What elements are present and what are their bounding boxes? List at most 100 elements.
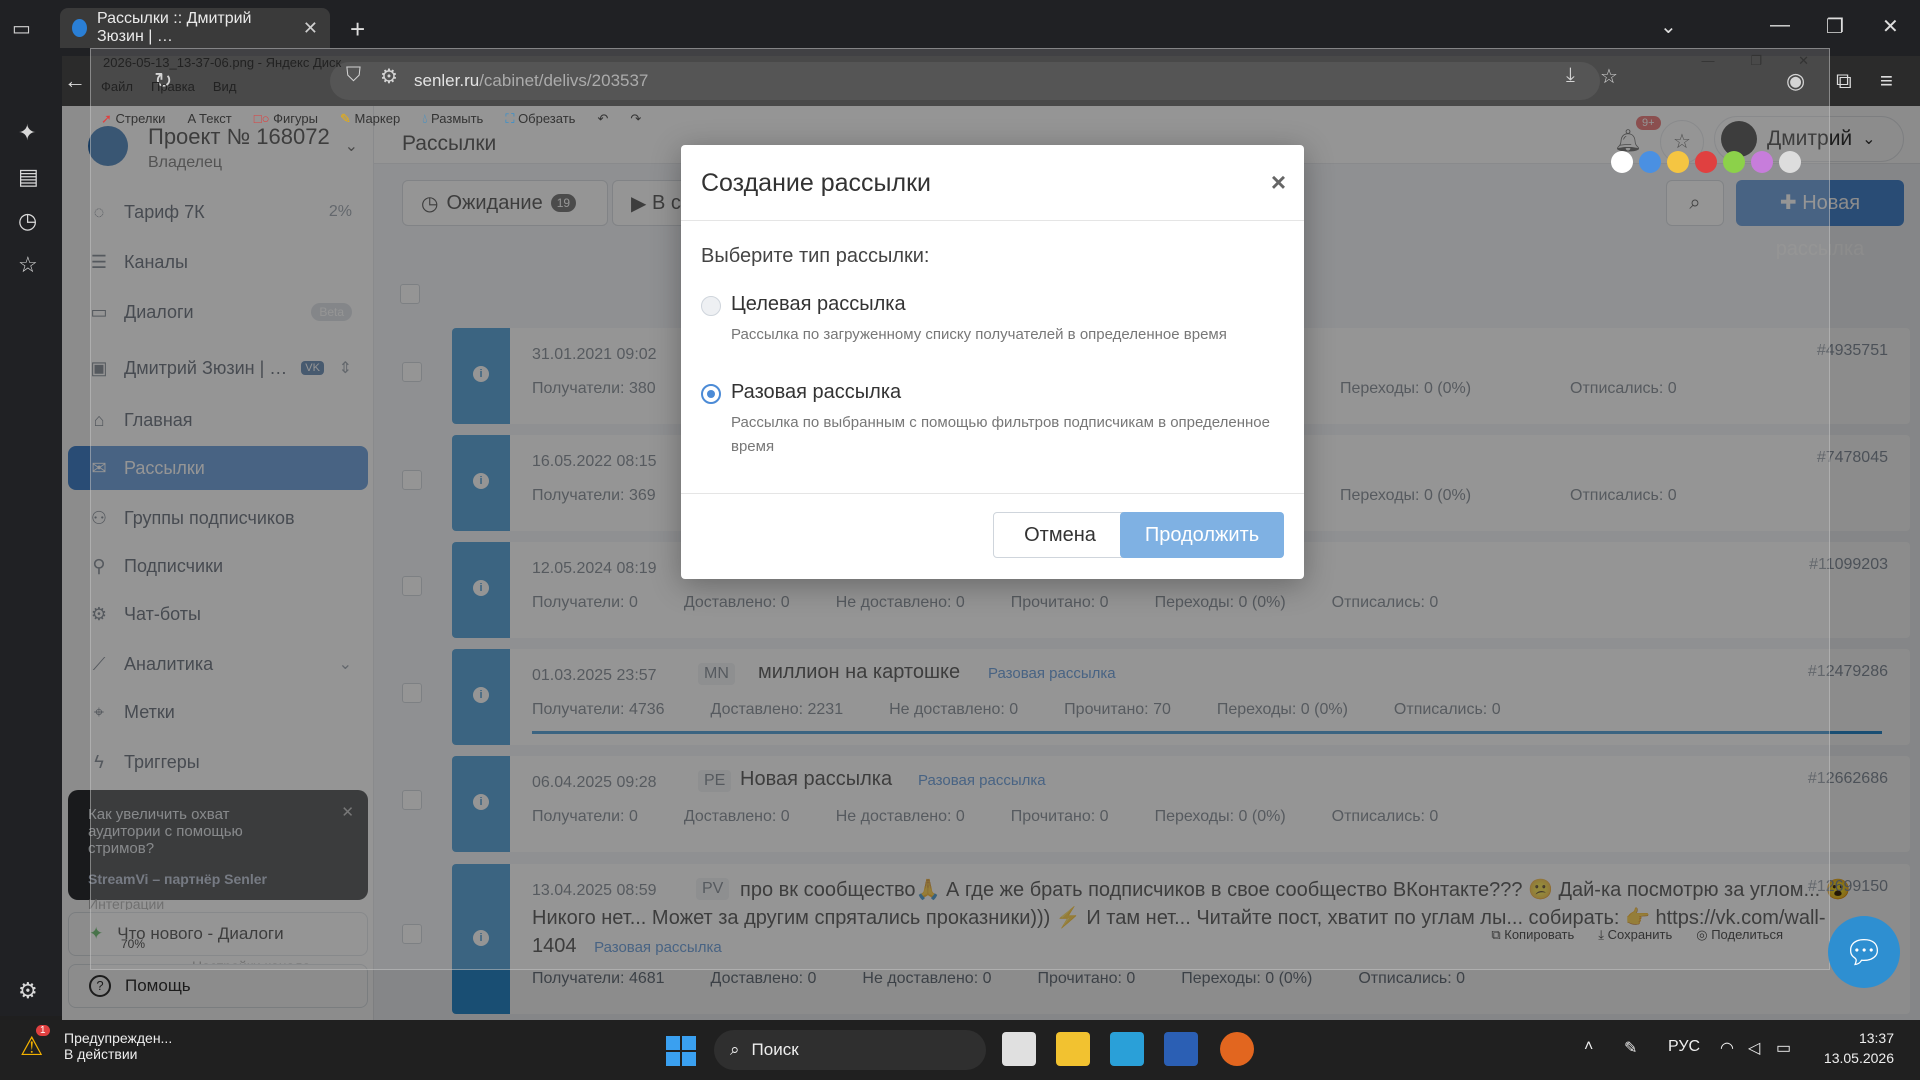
- maximize-icon[interactable]: ❐: [1826, 14, 1844, 39]
- viewer-menu: Файл Правка Вид: [101, 79, 236, 94]
- tab-title: Рассылки :: Дмитрий Зюзин | …: [97, 10, 252, 45]
- minimize-icon[interactable]: —: [1701, 53, 1714, 69]
- menu-view[interactable]: Вид: [213, 79, 237, 94]
- save-label: Сохранить: [1607, 927, 1673, 942]
- chat-bubble-icon: 💬︎: [1843, 934, 1885, 970]
- browser-tab[interactable]: Рассылки :: Дмитрий Зюзин | … ✕: [60, 8, 330, 48]
- tool-text-label: Текст: [199, 111, 232, 126]
- warning-icon: ⚠ 1: [20, 1025, 54, 1061]
- tab-manager-icon[interactable]: ▭: [12, 16, 38, 40]
- tool-blur-label: Размыть: [431, 111, 484, 126]
- swatch-yellow[interactable]: [1667, 151, 1689, 173]
- assistant-icon[interactable]: ✦: [18, 120, 36, 146]
- history-icon[interactable]: ◷: [18, 208, 37, 234]
- tool-crop[interactable]: ⛶ Обрезать: [505, 111, 575, 127]
- copy-button[interactable]: ⧉ Копировать: [1491, 927, 1574, 943]
- minimize-icon[interactable]: —: [1770, 14, 1790, 37]
- radio-one-time[interactable]: [701, 384, 721, 404]
- swatch-red[interactable]: [1695, 151, 1717, 173]
- download-icon: ⤓: [1598, 927, 1604, 942]
- chat-widget-button[interactable]: 💬︎: [1828, 916, 1900, 988]
- search-icon: ⌕: [730, 1040, 740, 1059]
- arrow-icon: ➚: [101, 111, 112, 126]
- save-button[interactable]: ⤓ Сохранить: [1598, 927, 1672, 943]
- windows-taskbar: ⚠ 1 Предупрежден... В действии ⌕ Поиск ˄ …: [0, 1020, 1920, 1080]
- extensions-icon[interactable]: ⧉: [1836, 68, 1852, 94]
- undo-icon[interactable]: ↶: [597, 111, 608, 127]
- tool-shapes-label: Фигуры: [273, 111, 318, 126]
- settings-gear-icon[interactable]: ⚙: [18, 978, 38, 1004]
- radio-targeted[interactable]: [701, 296, 721, 316]
- swatch-blue[interactable]: [1639, 151, 1661, 173]
- modal-subtitle: Выберите тип рассылки:: [701, 245, 930, 267]
- word-icon[interactable]: [1164, 1032, 1198, 1066]
- windows-start-icon[interactable]: [666, 1036, 696, 1066]
- menu-edit[interactable]: Правка: [151, 79, 195, 94]
- viewer-title: 2026-05-13_13-37-06.png - Яндекс Диск: [103, 55, 342, 70]
- chevron-up-icon[interactable]: ˄: [1584, 1038, 1593, 1056]
- tool-text[interactable]: A Текст: [187, 111, 231, 127]
- search-label: Поиск: [751, 1040, 799, 1059]
- maximize-icon[interactable]: ❐: [1750, 53, 1762, 69]
- task-view-icon[interactable]: [1002, 1032, 1036, 1066]
- notepad-icon[interactable]: [1110, 1032, 1144, 1066]
- zoom-level: 70%: [121, 937, 146, 951]
- cancel-button[interactable]: Отмена: [993, 512, 1127, 558]
- swatch-green[interactable]: [1723, 151, 1745, 173]
- close-icon[interactable]: ✕: [1798, 53, 1809, 69]
- color-swatches: [1611, 151, 1801, 173]
- option-label: Разовая рассылка: [731, 381, 902, 403]
- tool-marker[interactable]: ✎ Маркер: [340, 111, 400, 127]
- continue-button[interactable]: Продолжить: [1120, 512, 1284, 558]
- date: 13.05.2026: [1823, 1050, 1894, 1066]
- swatch-purple[interactable]: [1751, 151, 1773, 173]
- senler-favicon-icon: [72, 19, 88, 37]
- time: 13:37: [1858, 1030, 1894, 1046]
- viewer-footer: ⧉ Копировать ⤓ Сохранить ◎ Поделиться: [1491, 927, 1783, 943]
- close-icon[interactable]: ×: [1271, 167, 1286, 198]
- back-icon[interactable]: ←: [64, 68, 86, 94]
- browser-side-panel: ✦ ▤ ◷ ☆ ⚙: [0, 56, 62, 1016]
- file-explorer-icon[interactable]: [1056, 1032, 1090, 1066]
- option-desc: Рассылка по выбранным с помощью фильтров…: [731, 414, 1270, 455]
- tool-blur[interactable]: 💧︎ Размыть: [422, 111, 483, 127]
- crop-icon: ⛶: [505, 111, 515, 126]
- warning-title: Предупрежден...: [64, 1030, 173, 1046]
- swatch-white[interactable]: [1611, 151, 1633, 173]
- marker-icon: ✎: [339, 111, 351, 126]
- tool-shapes[interactable]: □○ Фигуры: [254, 111, 318, 127]
- copy-icon: ⧉: [1491, 927, 1501, 942]
- language-indicator[interactable]: РУС: [1668, 1038, 1700, 1056]
- battery-icon[interactable]: ▭: [1776, 1038, 1791, 1058]
- text-icon: A: [187, 111, 196, 126]
- menu-icon[interactable]: ≡: [1880, 68, 1893, 94]
- taskbar-search[interactable]: ⌕ Поиск: [714, 1030, 986, 1070]
- pen-icon[interactable]: ✎: [1624, 1038, 1637, 1058]
- option-label: Целевая рассылка: [731, 293, 906, 315]
- favorites-icon[interactable]: ☆: [18, 252, 38, 278]
- share-label: Поделиться: [1711, 927, 1783, 942]
- tool-crop-label: Обрезать: [518, 111, 576, 126]
- warning-count: 1: [36, 1025, 50, 1036]
- warning-notification[interactable]: ⚠ 1 Предупрежден... В действии: [20, 1025, 173, 1062]
- tool-marker-label: Маркер: [354, 111, 401, 126]
- modal-footer: Отмена Продолжить: [681, 493, 1304, 579]
- copy-label: Копировать: [1504, 927, 1575, 942]
- share-button[interactable]: ◎ Поделиться: [1696, 927, 1783, 943]
- window-close-icon[interactable]: ✕: [1882, 14, 1899, 39]
- option-desc: Рассылка по загруженному списку получате…: [731, 326, 1227, 343]
- drop-icon: 💧︎: [422, 111, 428, 126]
- saved-icon[interactable]: ▤: [18, 164, 39, 190]
- volume-icon[interactable]: ◁: [1748, 1038, 1760, 1058]
- tab-close-icon[interactable]: ✕: [303, 18, 318, 39]
- shapes-icon: □○: [253, 111, 270, 126]
- swatch-gray[interactable]: [1779, 151, 1801, 173]
- clock[interactable]: 13:37 13.05.2026: [1824, 1028, 1894, 1068]
- tool-arrows[interactable]: ➚ Стрелки: [101, 111, 165, 127]
- new-tab-icon[interactable]: +: [350, 14, 365, 45]
- redo-icon[interactable]: ↷: [630, 111, 641, 127]
- menu-file[interactable]: Файл: [101, 79, 133, 94]
- tabs-dropdown-icon[interactable]: ⌄: [1660, 14, 1677, 39]
- wifi-icon[interactable]: ◠: [1720, 1038, 1734, 1058]
- firefox-icon[interactable]: [1220, 1032, 1254, 1066]
